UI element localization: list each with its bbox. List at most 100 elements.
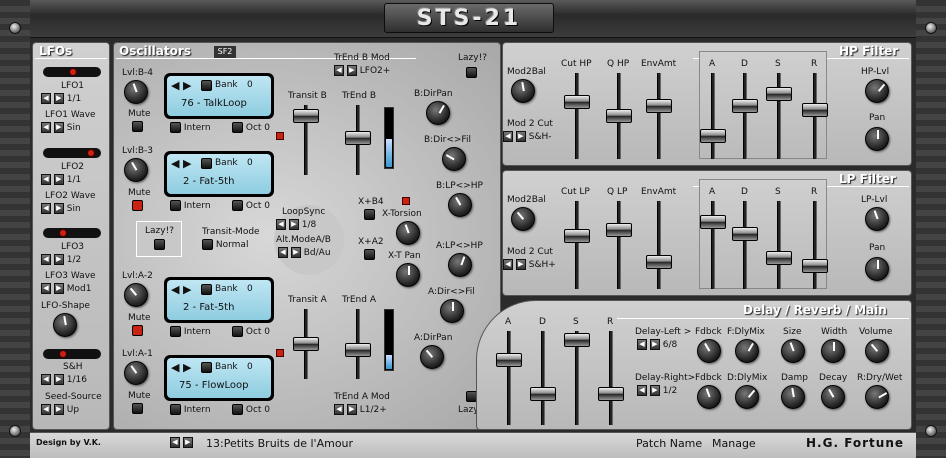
lp-mod2cut-next-button[interactable]: ▶	[515, 259, 526, 270]
a-lphp-knob[interactable]	[448, 253, 472, 277]
osc-a1-bank-button[interactable]	[201, 362, 212, 373]
lp-cut-fader[interactable]	[564, 229, 590, 243]
hp-a-fader[interactable]	[700, 129, 726, 143]
fx-d-fader[interactable]	[530, 387, 556, 401]
lfo-shape-knob[interactable]	[53, 313, 77, 337]
trend-a-mod-next-button[interactable]: ▶	[346, 404, 357, 415]
hp-mod2cut-next-button[interactable]: ▶	[515, 131, 526, 142]
size-knob[interactable]	[781, 339, 805, 363]
mute-a2-button[interactable]	[132, 325, 143, 336]
transit-mode-button[interactable]	[202, 239, 213, 250]
patch-prev-button[interactable]: ◀	[170, 437, 180, 448]
delay-right-next-button[interactable]: ▶	[649, 385, 660, 396]
osc-b4-intern-button[interactable]	[170, 122, 181, 133]
lp-mod2bal-knob[interactable]	[511, 207, 535, 231]
lfo3-rate-prev-button[interactable]: ◀	[41, 254, 51, 265]
osc-a1-oct-button[interactable]	[232, 404, 243, 415]
delay-left-next-button[interactable]: ▶	[649, 339, 660, 350]
trend-a-fader[interactable]	[345, 343, 371, 357]
hp-lvl-knob[interactable]	[865, 79, 889, 103]
transit-a-fader[interactable]	[293, 337, 319, 351]
delay-right-prev-button[interactable]: ◀	[637, 385, 647, 396]
lp-a-fader[interactable]	[700, 215, 726, 229]
lp-r-fader[interactable]	[802, 259, 828, 273]
loopsync-next-button[interactable]: ▶	[288, 219, 299, 230]
lazy-top-button[interactable]	[466, 67, 477, 78]
transit-b-fader[interactable]	[293, 109, 319, 123]
osc-b4-bank-next-button[interactable]: ▶	[183, 79, 191, 92]
decay-knob[interactable]	[821, 385, 845, 409]
fdbck-left-knob[interactable]	[697, 339, 721, 363]
lfo2-wave-prev-button[interactable]: ◀	[41, 203, 51, 214]
delay-left-prev-button[interactable]: ◀	[637, 339, 647, 350]
lfo1-rate-next-button[interactable]: ▶	[53, 93, 64, 104]
trend-b-mod-prev-button[interactable]: ◀	[334, 65, 344, 76]
lazy-button[interactable]	[154, 239, 165, 250]
lp-pan-knob[interactable]	[865, 257, 889, 281]
fx-s-fader[interactable]	[564, 333, 590, 347]
a-dirfil-knob[interactable]	[440, 299, 464, 323]
patch-next-button[interactable]: ▶	[182, 437, 193, 448]
osc-a2-bank-button[interactable]	[201, 284, 212, 295]
lfo3-wave-prev-button[interactable]: ◀	[41, 283, 51, 294]
hp-q-fader[interactable]	[606, 109, 632, 123]
lp-env-fader[interactable]	[646, 255, 672, 269]
ddlymix-knob[interactable]	[735, 385, 759, 409]
osc-b3-bank-next-button[interactable]: ▶	[183, 157, 191, 170]
osc-b4-bank-button[interactable]	[201, 80, 212, 91]
trend-b-mod-next-button[interactable]: ▶	[346, 65, 357, 76]
osc-a1-bank-next-button[interactable]: ▶	[183, 361, 191, 374]
fdbck-right-knob[interactable]	[697, 385, 721, 409]
osc-a1-intern-button[interactable]	[170, 404, 181, 415]
trend-b-fader[interactable]	[345, 131, 371, 145]
seed-prev-button[interactable]: ◀	[41, 404, 51, 415]
volume-knob[interactable]	[865, 339, 889, 363]
b-dirfil-knob[interactable]	[442, 147, 466, 171]
osc-b3-intern-button[interactable]	[170, 200, 181, 211]
osc-b4-bank-prev-button[interactable]: ◀	[171, 79, 179, 92]
fx-a-fader[interactable]	[496, 353, 522, 367]
xa2-button[interactable]	[364, 249, 375, 260]
mute-b4-button[interactable]	[132, 121, 143, 132]
lfo1-wave-prev-button[interactable]: ◀	[41, 122, 51, 133]
hp-cut-fader[interactable]	[564, 95, 590, 109]
sh-rate-prev-button[interactable]: ◀	[41, 374, 51, 385]
hp-d-fader[interactable]	[732, 99, 758, 113]
xtorsion-knob[interactable]	[396, 221, 420, 245]
lp-lvl-knob[interactable]	[865, 207, 889, 231]
lfo3-rate-next-button[interactable]: ▶	[53, 254, 64, 265]
lfo1-wave-next-button[interactable]: ▶	[53, 122, 64, 133]
width-knob[interactable]	[821, 339, 845, 363]
lfo2-rate-next-button[interactable]: ▶	[53, 174, 64, 185]
patch-name-button[interactable]: Patch Name	[636, 437, 702, 450]
hp-mod2cut-prev-button[interactable]: ◀	[503, 131, 513, 142]
fdlymix-knob[interactable]	[735, 339, 759, 363]
damp-knob[interactable]	[781, 385, 805, 409]
osc-b3-bank-button[interactable]	[201, 158, 212, 169]
lvl-a2-knob[interactable]	[124, 283, 148, 307]
lvl-b4-knob[interactable]	[124, 80, 148, 104]
b-dirpan-knob[interactable]	[426, 101, 450, 125]
lfo2-wave-next-button[interactable]: ▶	[53, 203, 64, 214]
mute-b3-button[interactable]	[132, 200, 143, 211]
trend-a-mod-prev-button[interactable]: ◀	[334, 404, 344, 415]
seed-next-button[interactable]: ▶	[53, 404, 64, 415]
osc-a1-bank-prev-button[interactable]: ◀	[171, 361, 179, 374]
lfo1-rate-prev-button[interactable]: ◀	[41, 93, 51, 104]
osc-a2-oct-button[interactable]	[232, 326, 243, 337]
lvl-a1-knob[interactable]	[124, 361, 148, 385]
xtpan-knob[interactable]	[396, 263, 420, 287]
hp-mod2bal-knob[interactable]	[511, 79, 535, 103]
osc-a2-bank-prev-button[interactable]: ◀	[171, 283, 179, 296]
altmode-next-button[interactable]: ▶	[290, 247, 301, 258]
mute-a1-button[interactable]	[132, 403, 143, 414]
lfo2-rate-prev-button[interactable]: ◀	[41, 174, 51, 185]
lp-q-fader[interactable]	[606, 223, 632, 237]
lp-d-fader[interactable]	[732, 227, 758, 241]
hp-env-fader[interactable]	[646, 99, 672, 113]
lvl-b3-knob[interactable]	[124, 158, 148, 182]
sh-rate-next-button[interactable]: ▶	[53, 374, 64, 385]
a-dirpan-knob[interactable]	[420, 345, 444, 369]
hp-s-fader[interactable]	[766, 87, 792, 101]
loopsync-prev-button[interactable]: ◀	[276, 219, 286, 230]
